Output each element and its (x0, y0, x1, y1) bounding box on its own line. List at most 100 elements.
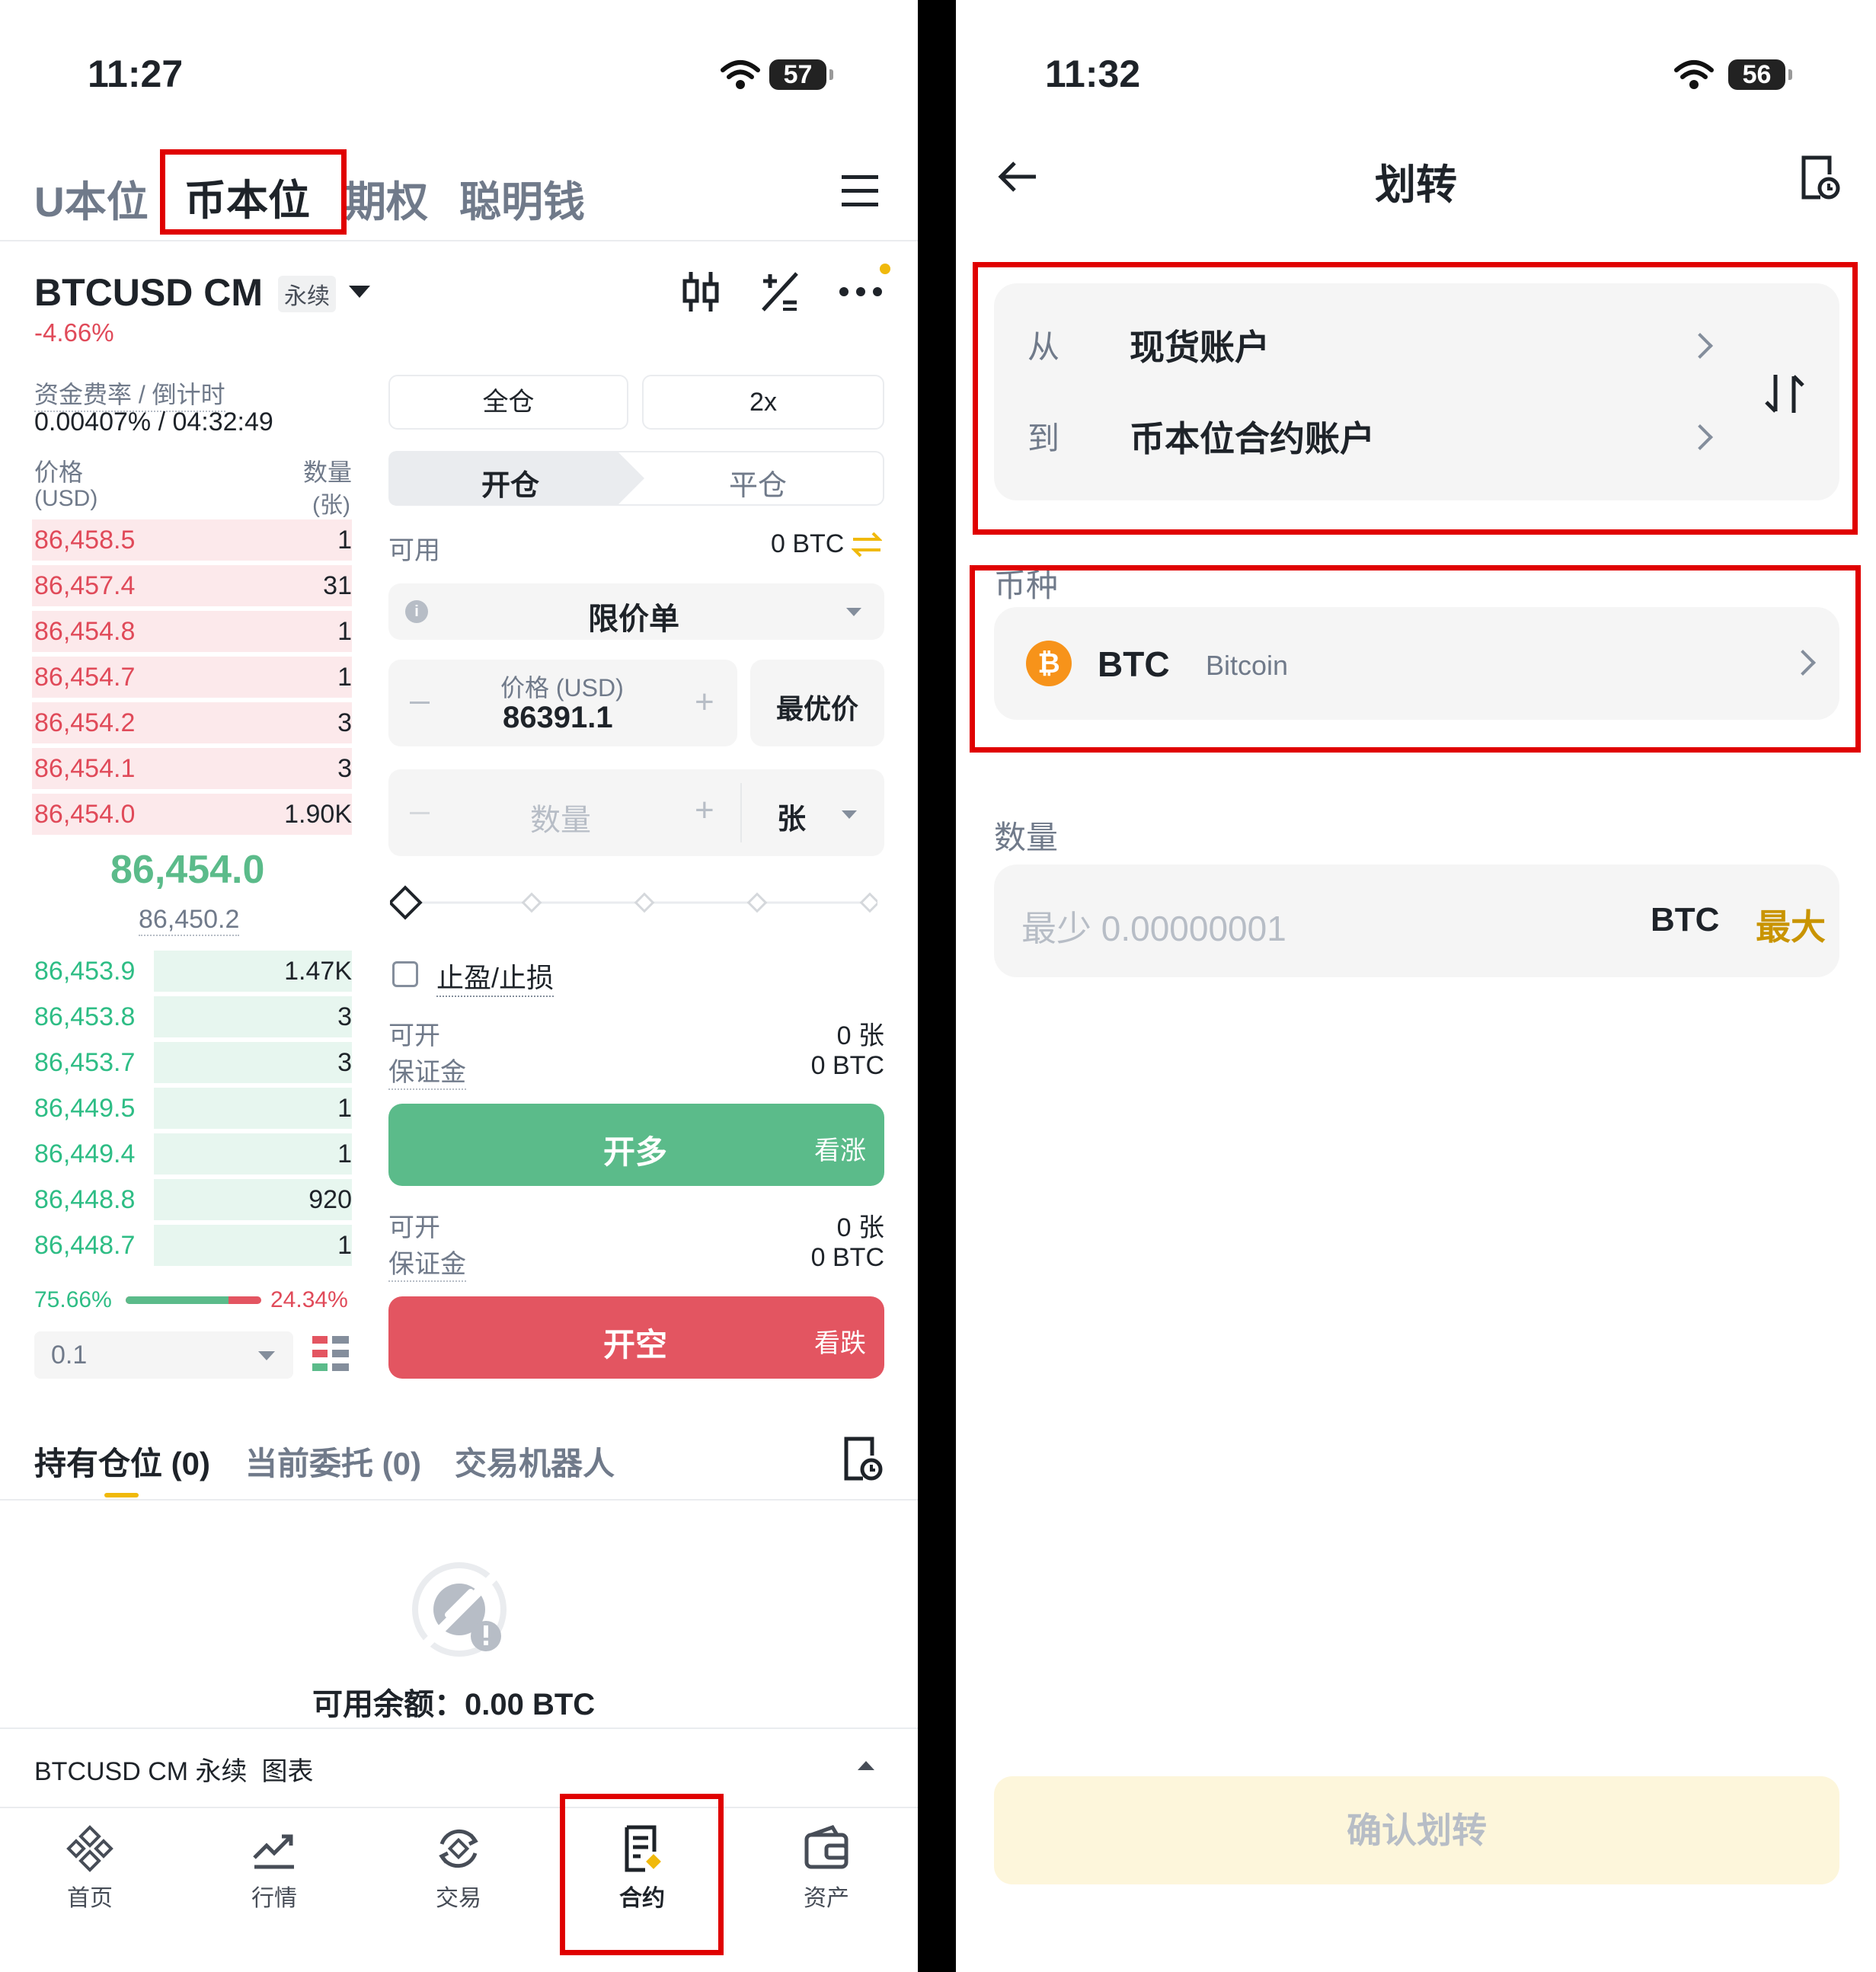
quantity-slider[interactable] (390, 884, 877, 922)
chevron-up-icon[interactable] (858, 1761, 874, 1770)
transfer-icon[interactable] (852, 530, 882, 559)
ask-row[interactable]: 86,458.5 1 (32, 519, 352, 561)
leverage-button[interactable]: 2x (642, 375, 884, 430)
ask-qty: 1 (337, 617, 352, 646)
nav-home[interactable]: 首页 (14, 1824, 166, 1913)
precision-select[interactable]: 0.1 (34, 1331, 293, 1379)
best-price-button[interactable]: 最优价 (750, 660, 884, 746)
bid-depth-bar (154, 1042, 352, 1083)
ask-row[interactable]: 86,454.8 1 (32, 611, 352, 652)
quantity-placeholder: 数量 (530, 804, 591, 837)
margin-mode-button[interactable]: 全仓 (388, 375, 628, 430)
long-margin-label[interactable]: 保证金 (388, 1051, 466, 1090)
ask-price: 86,454.0 (34, 800, 136, 829)
tab-open[interactable]: 开仓 (481, 462, 539, 503)
orderbook-layout-icon[interactable] (312, 1334, 349, 1374)
chart-bar-label[interactable]: BTCUSD CM 永续 图表 (34, 1750, 313, 1788)
plus-icon[interactable]: + (695, 794, 714, 827)
symbol-name[interactable]: BTCUSD CM (34, 270, 263, 315)
nav-trade[interactable]: 交易 (382, 1824, 535, 1913)
max-button[interactable]: 最大 (1756, 900, 1826, 950)
tab-close[interactable]: 平仓 (729, 462, 787, 503)
open-short-button[interactable]: 开空 看跌 (388, 1296, 884, 1379)
tpsl-checkbox[interactable] (392, 961, 418, 987)
tab-options[interactable]: 期权 (344, 168, 428, 229)
price-change: -4.66% (34, 318, 114, 347)
tab-u-margined[interactable]: U本位 (34, 168, 149, 229)
highlight-coin-margined-tab (160, 149, 347, 235)
divider (740, 783, 742, 842)
short-can-open-value: 0 张 (836, 1213, 884, 1242)
chevron-down-icon (842, 810, 857, 819)
ask-row[interactable]: 86,454.1 3 (32, 748, 352, 789)
bid-qty: 1 (337, 1139, 352, 1168)
calculator-icon[interactable] (760, 270, 800, 313)
history-icon[interactable] (842, 1436, 883, 1481)
open-long-hint: 看涨 (814, 1136, 866, 1165)
ratio-bar-buy-fill (126, 1296, 229, 1304)
status-time: 11:32 (1045, 53, 1141, 95)
price-field-label: 价格 (USD) (500, 674, 624, 702)
open-short-label: 开空 (603, 1327, 668, 1363)
amount-input[interactable]: 最少 0.00000001 BTC 最大 (994, 865, 1839, 977)
wifi-icon (721, 60, 760, 89)
chart-line-icon (253, 1834, 294, 1869)
ask-row[interactable]: 86,454.7 1 (32, 657, 352, 698)
ask-price: 86,454.8 (34, 617, 136, 646)
bid-row[interactable]: 86,453.9 1.47K (32, 951, 352, 992)
battery-indicator: 57 (769, 59, 833, 90)
minus-icon[interactable] (410, 702, 430, 704)
home-icon (66, 1825, 113, 1872)
divider (0, 1499, 918, 1501)
tab-positions[interactable]: 持有仓位 (0) (34, 1438, 210, 1485)
bid-qty: 1.47K (284, 957, 352, 986)
quantity-field[interactable]: 数量 + 张 (388, 769, 884, 856)
highlight-coin-select (970, 565, 1861, 753)
funding-label[interactable]: 资金费率 / 倒计时 (34, 376, 225, 412)
bid-row[interactable]: 86,448.7 1 (32, 1225, 352, 1266)
order-type-select[interactable]: i 限价单 (388, 583, 884, 640)
confirm-transfer-button[interactable]: 确认划转 (994, 1776, 1839, 1884)
ask-row[interactable]: 86,454.0 1.90K (32, 794, 352, 835)
bid-row[interactable]: 86,453.8 3 (32, 996, 352, 1037)
quantity-unit[interactable]: 张 (777, 795, 806, 837)
tab-smart-money[interactable]: 聪明钱 (459, 168, 585, 229)
short-can-open-label: 可开 (388, 1213, 440, 1242)
more-icon[interactable] (838, 263, 891, 301)
candlestick-icon[interactable] (682, 270, 720, 313)
history-icon[interactable] (1799, 155, 1840, 200)
highlight-futures-nav (560, 1794, 724, 1955)
tab-trading-bots[interactable]: 交易机器人 (455, 1438, 615, 1485)
ask-row[interactable]: 86,457.4 31 (32, 565, 352, 606)
ask-row[interactable]: 86,454.2 3 (32, 702, 352, 743)
bid-row[interactable]: 86,453.7 3 (32, 1042, 352, 1083)
open-long-button[interactable]: 开多 看涨 (388, 1104, 884, 1186)
divider (0, 1727, 918, 1729)
bid-depth-bar (154, 1133, 352, 1175)
futures-screen: 11:27 57 U本位 币本位 期权 聪明钱 BTCUSD CM 永续 -4.… (0, 0, 918, 1972)
open-short-hint: 看跌 (814, 1329, 866, 1358)
nav-markets-label: 行情 (251, 1886, 297, 1911)
available-label: 可用 (388, 536, 440, 565)
menu-icon[interactable] (842, 174, 878, 207)
bid-qty: 3 (337, 1048, 352, 1077)
nav-trade-label: 交易 (436, 1886, 481, 1911)
tpsl-label[interactable]: 止盈/止损 (436, 956, 554, 997)
mark-price[interactable]: 86,450.2 (139, 905, 240, 936)
ask-price: 86,454.2 (34, 708, 136, 737)
bid-row[interactable]: 86,448.8 920 (32, 1179, 352, 1220)
plus-icon[interactable]: + (695, 686, 714, 719)
ask-price: 86,454.1 (34, 754, 136, 783)
price-field[interactable]: 价格 (USD) 86391.1 + (388, 660, 737, 746)
screenshot-divider (918, 0, 956, 1972)
bid-row[interactable]: 86,449.5 1 (32, 1088, 352, 1129)
minus-icon[interactable] (410, 812, 430, 814)
info-icon[interactable]: i (405, 600, 428, 623)
short-margin-label[interactable]: 保证金 (388, 1243, 466, 1282)
nav-markets[interactable]: 行情 (198, 1824, 350, 1913)
tab-open-orders[interactable]: 当前委托 (0) (245, 1438, 421, 1485)
chevron-down-icon (258, 1351, 275, 1360)
nav-assets[interactable]: 资产 (750, 1824, 903, 1913)
symbol-dropdown-icon[interactable] (349, 286, 370, 298)
bid-row[interactable]: 86,449.4 1 (32, 1133, 352, 1175)
